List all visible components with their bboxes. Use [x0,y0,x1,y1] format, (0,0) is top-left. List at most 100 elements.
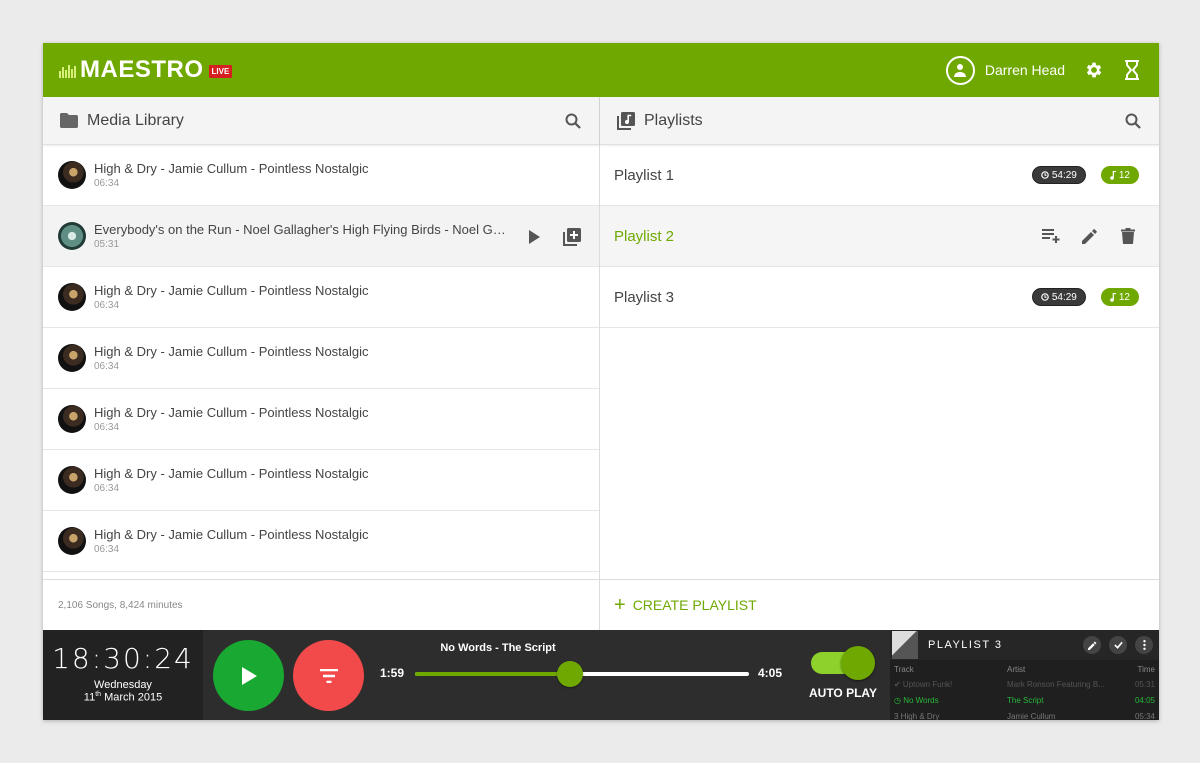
list-item[interactable]: High & Dry - Jamie Cullum - Pointless No… [43,145,599,206]
album-art [892,631,918,659]
toggle-knob [841,646,875,680]
media-library-footer: 2,106 Songs, 8,424 minutes [43,579,599,630]
autoplay-toggle[interactable] [811,646,875,680]
media-library-header: Media Library [43,97,599,145]
user-name[interactable]: Darren Head [985,62,1065,78]
table-row[interactable]: 3 High & Dry Jamie Cullum 05:34 [890,708,1159,721]
maestro-app: MAESTRO LIVE Darren Head Media Library H… [43,43,1159,720]
table-row[interactable]: ✔ Uptown Funk! Mark Ronson Featuring B..… [890,676,1159,692]
track-title: High & Dry - Jamie Cullum - Pointless No… [94,405,369,420]
search-icon[interactable] [1123,111,1143,131]
play-icon [241,666,257,685]
autoplay-label: AUTO PLAY [808,686,877,700]
track-title: High & Dry - Jamie Cullum - Pointless No… [94,527,369,542]
playlist-name: Playlist 1 [614,166,675,184]
library-music-icon [616,111,636,131]
delete-icon[interactable] [1117,225,1139,247]
seek-bar[interactable] [415,661,749,687]
playlists-panel: Playlists Playlist 1 54:29 12 Playlist 2 [600,97,1159,630]
clock-date: 11th March 2015 [83,691,163,704]
media-list: High & Dry - Jamie Cullum - Pointless No… [43,145,599,579]
now-playing-title: No Words - The Script [440,642,556,654]
equalizer-logo-icon [59,62,77,78]
track-count-badge: 12 [1100,166,1139,184]
logo: MAESTRO LIVE [59,56,233,84]
duration-badge: 54:29 [1031,288,1086,306]
edit-icon[interactable] [1083,636,1101,654]
filter-button[interactable] [293,640,364,711]
account-circle-icon[interactable] [945,55,975,85]
playlists-title: Playlists [644,111,703,129]
playlists-header: Playlists [600,97,1159,145]
playlist-add-icon[interactable] [1041,225,1063,247]
track-count-badge: 12 [1100,288,1139,306]
clock-day: Wednesday [94,679,152,691]
album-art [58,283,86,311]
media-library-title: Media Library [87,111,184,129]
plus-icon: + [614,594,626,616]
track-title: High & Dry - Jamie Cullum - Pointless No… [94,344,369,359]
search-icon[interactable] [563,111,583,131]
track-duration: 06:34 [94,178,120,189]
add-to-playlist-icon[interactable] [561,226,583,248]
current-time: 1:59 [380,666,405,680]
track-duration: 06:34 [94,300,120,311]
gear-icon[interactable] [1083,59,1105,81]
track-duration: 06:34 [94,422,120,433]
playlist-name: Playlist 2 [614,227,675,245]
track-duration: 05:31 [94,239,120,250]
more-vert-icon[interactable] [1135,636,1153,654]
album-art [58,161,86,189]
playlist-item[interactable]: Playlist 1 54:29 12 [600,145,1159,206]
clock-icon [1041,293,1049,301]
list-item[interactable]: High & Dry - Jamie Cullum - Pointless No… [43,328,599,389]
top-bar: MAESTRO LIVE Darren Head [43,43,1159,97]
list-item[interactable]: High & Dry - Jamie Cullum - Pointless No… [43,511,599,572]
media-library-panel: Media Library High & Dry - Jamie Cullum … [43,97,600,630]
seek-handle[interactable] [557,661,584,687]
play-icon[interactable] [523,226,545,248]
create-playlist-button[interactable]: + CREATE PLAYLIST [614,595,757,615]
music-note-icon [1110,292,1116,302]
clock-time: 18:30:24 [52,642,194,675]
playlist-item[interactable]: Playlist 2 [600,206,1159,267]
edit-icon[interactable] [1079,225,1101,247]
track-duration: 06:34 [94,544,120,555]
track-title: High & Dry - Jamie Cullum - Pointless No… [94,283,369,298]
list-item[interactable]: High & Dry - Jamie Cullum - Pointless No… [43,389,599,450]
track-title: Everybody's on the Run - Noel Gallagher'… [94,222,512,237]
list-item[interactable]: High & Dry - Jamie Cullum - Pointless No… [43,267,599,328]
mini-playlist-header: PLAYLIST 3 [890,630,1159,660]
list-item[interactable]: High & Dry - Jamie Cullum - Pointless No… [43,450,599,511]
track-duration: 06:34 [94,483,120,494]
clock-icon [1041,171,1049,179]
total-time: 4:05 [758,666,783,680]
mini-playlist-table: Track Artist Time ✔ Uptown Funk! Mark Ro… [890,662,1159,721]
table-row[interactable]: ◷ No Words The Script 04:05 [890,692,1159,708]
play-button[interactable] [213,640,284,711]
track-duration: 06:34 [94,361,120,372]
album-art [58,405,86,433]
duration-badge: 54:29 [1031,166,1086,184]
mini-playlist-title: PLAYLIST 3 [928,639,1003,651]
track-title: High & Dry - Jamie Cullum - Pointless No… [94,161,369,176]
seek-progress [415,672,571,676]
live-badge: LIVE [208,64,233,78]
album-art [58,344,86,372]
player-bar: 18:30:24 Wednesday 11th March 2015 No Wo… [43,630,1159,720]
table-header: Track Artist Time [894,664,1155,674]
list-item[interactable]: Everybody's on the Run - Noel Gallagher'… [43,206,599,267]
playlist-item[interactable]: Playlist 3 54:29 12 [600,267,1159,328]
playlists-footer: + CREATE PLAYLIST [600,579,1159,630]
mini-playlist: PLAYLIST 3 Track Artist Time ✔ Uptown Fu… [890,630,1159,720]
autoplay-control: AUTO PLAY [803,646,883,700]
track-title: High & Dry - Jamie Cullum - Pointless No… [94,466,369,481]
filter-icon [319,668,338,683]
library-stats: 2,106 Songs, 8,424 minutes [58,599,183,611]
music-note-icon [1110,170,1116,180]
folder-icon [59,111,79,131]
check-icon[interactable] [1109,636,1127,654]
album-art [58,222,86,250]
hourglass-icon[interactable] [1121,59,1143,81]
album-art [58,466,86,494]
